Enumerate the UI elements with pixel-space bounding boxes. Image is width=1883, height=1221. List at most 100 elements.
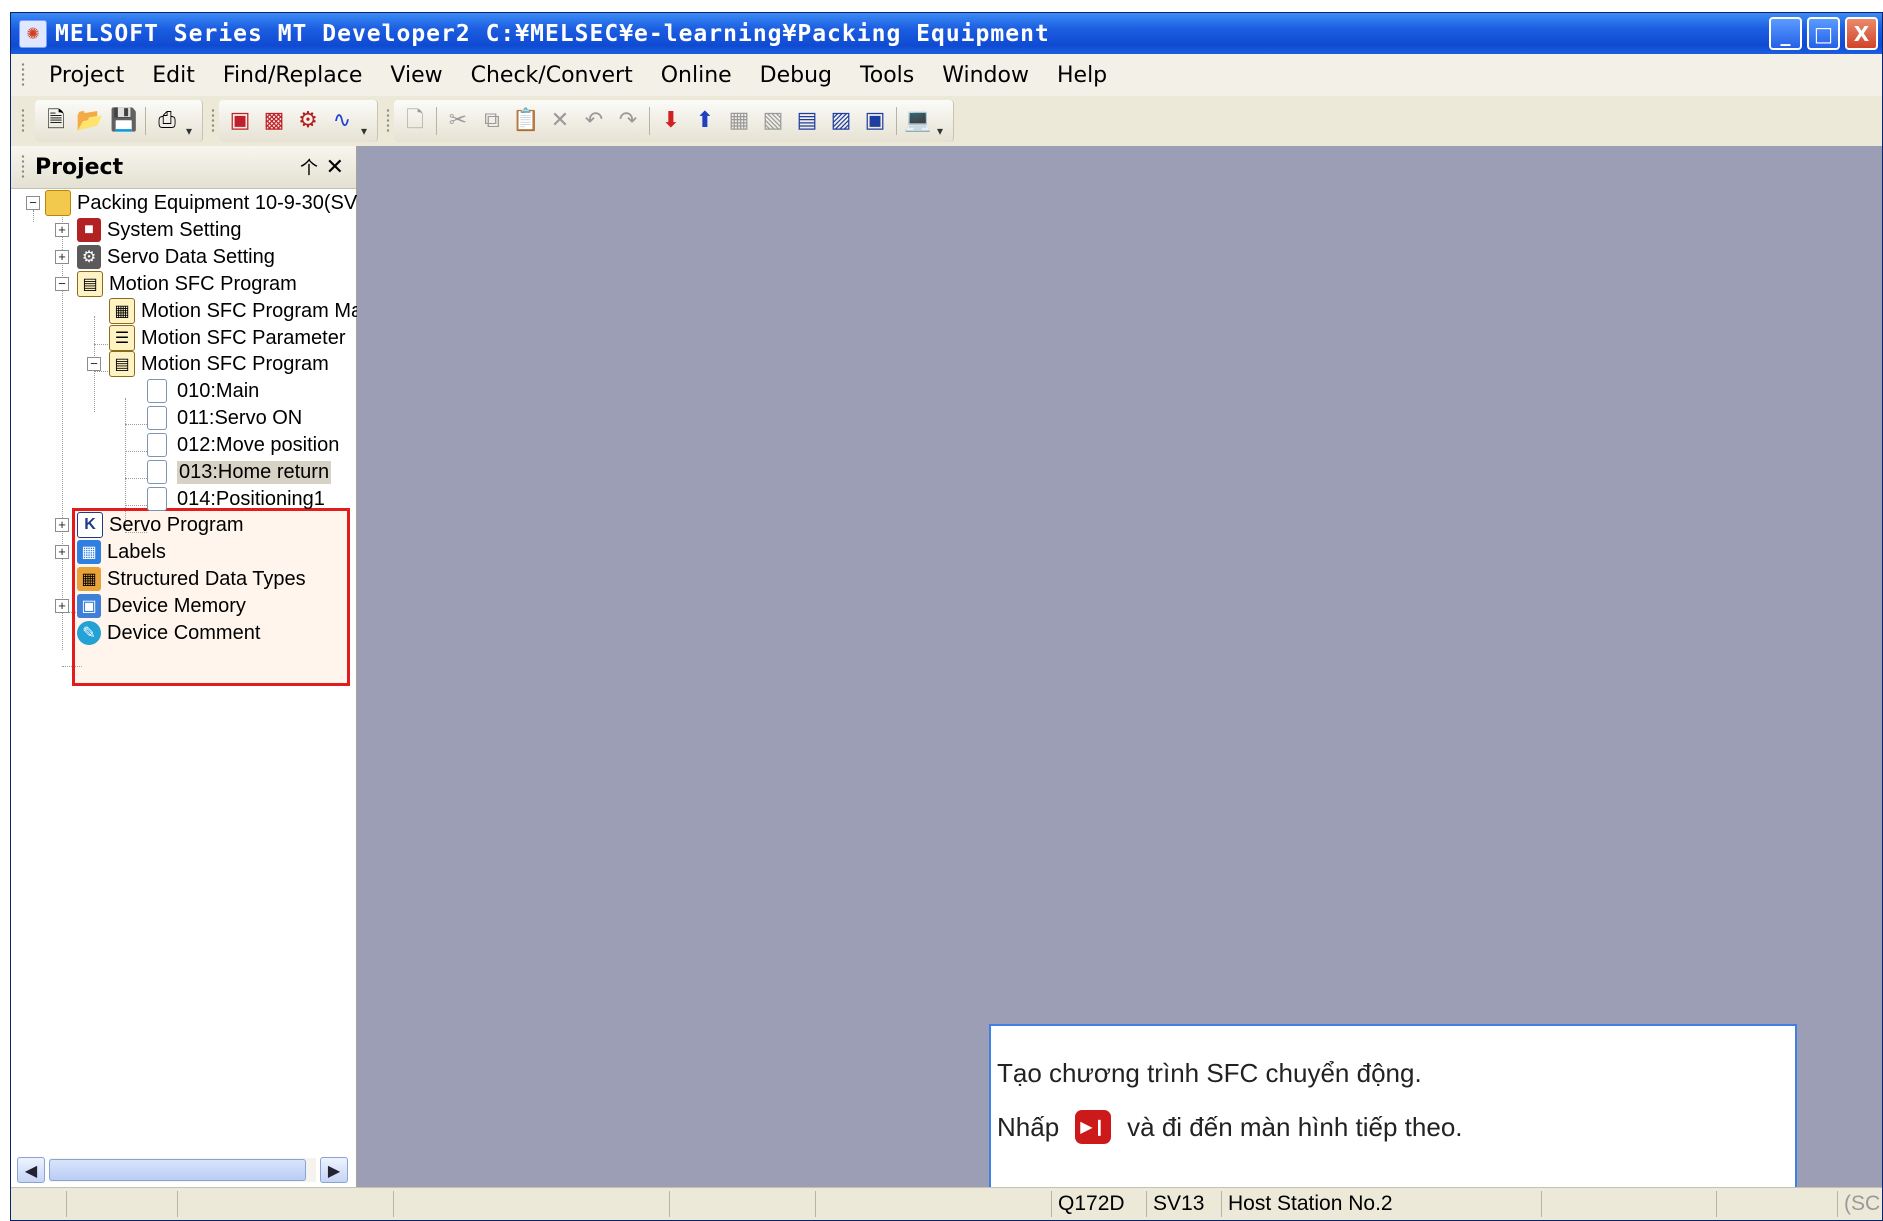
tree-node-program-010[interactable]: 010:Main: [147, 378, 259, 404]
close-button[interactable]: X: [1845, 17, 1878, 50]
tree-line: [125, 505, 147, 506]
tree-node-servo-program[interactable]: K Servo Program: [77, 512, 244, 538]
popup-line1: Tạo chương trình SFC chuyển động.: [997, 1058, 1422, 1088]
tree-node-label: 011:Servo ON: [177, 406, 303, 429]
menu-online[interactable]: Online: [647, 63, 746, 88]
expand-icon[interactable]: +: [55, 223, 69, 237]
open-icon[interactable]: 📂: [75, 106, 105, 136]
write-to-cpu-icon[interactable]: ⬇: [656, 106, 686, 136]
collapse-icon[interactable]: −: [87, 357, 101, 371]
toolbar-overflow-icon[interactable]: ▾: [361, 124, 371, 138]
menu-check-convert[interactable]: Check/Convert: [457, 63, 647, 88]
scroll-thumb[interactable]: [49, 1159, 306, 1181]
tree-node-label: Servo Program: [109, 513, 244, 536]
tree-node-label: 014:Positioning1: [177, 487, 325, 510]
tree-node-labels[interactable]: ▦ Labels: [77, 539, 166, 565]
verify-icon[interactable]: ▦: [724, 106, 754, 136]
tree-node-device-comment[interactable]: ✎ Device Comment: [77, 620, 260, 646]
pin-icon[interactable]: 个: [300, 154, 318, 180]
close-icon[interactable]: ✕: [326, 155, 344, 180]
tree-node-label: Labels: [107, 540, 166, 563]
tree-node-program-014[interactable]: 014:Positioning1: [147, 486, 325, 512]
paste-icon[interactable]: 📋: [511, 106, 541, 136]
expand-icon[interactable]: +: [55, 599, 69, 613]
tree-node-label: Servo Data Setting: [107, 245, 275, 268]
toolbar-standard: 🗎 📂 💾 ⎙ ▾: [35, 100, 203, 142]
toolbar-edit: 🗋 ✂ ⧉ 📋 ✕ ↶ ↷ ⬇ ⬆ ▦ ▧ ▤ ▨ ▣ 💻 ▾: [394, 100, 954, 142]
next-screen-button[interactable]: ▶​❙: [1075, 1110, 1112, 1144]
undo-icon[interactable]: ↶: [579, 106, 609, 136]
tree-node-sfc-program-manager[interactable]: ▦ Motion SFC Program Mana: [109, 298, 384, 324]
maximize-button[interactable]: □: [1807, 17, 1840, 50]
read-from-cpu-icon[interactable]: ⬆: [690, 106, 720, 136]
save-icon[interactable]: 💾: [109, 106, 139, 136]
print-icon[interactable]: ⎙: [152, 106, 182, 136]
status-cell: [815, 1191, 822, 1217]
device-edit-icon[interactable]: ▣: [860, 106, 890, 136]
scroll-right-icon[interactable]: ▶: [320, 1157, 348, 1183]
toolbar-overflow-icon[interactable]: ▾: [937, 124, 947, 138]
tree-line: [125, 478, 147, 479]
collapse-icon[interactable]: −: [55, 277, 69, 291]
labels-icon: ▦: [77, 540, 101, 564]
servo-icon[interactable]: ⚙: [293, 106, 323, 136]
tree-node-label: Motion SFC Program Mana: [141, 299, 385, 322]
tree-node-sfc-parameter[interactable]: ☰ Motion SFC Parameter: [109, 325, 346, 351]
project-folder-icon: [45, 190, 71, 216]
import-icon[interactable]: 🗋: [400, 106, 430, 136]
tree-node-label: System Setting: [107, 218, 242, 241]
menu-debug[interactable]: Debug: [746, 63, 846, 88]
menu-window[interactable]: Window: [928, 63, 1043, 88]
tree-node-program-012[interactable]: 012:Move position: [147, 432, 339, 458]
menu-edit[interactable]: Edit: [138, 63, 209, 88]
collapse-icon[interactable]: −: [26, 196, 40, 210]
expand-icon[interactable]: +: [55, 518, 69, 532]
connection-icon[interactable]: 💻: [903, 106, 933, 136]
tree-node-label: 012:Move position: [177, 433, 340, 456]
tree-node-label: Motion SFC Program: [109, 272, 297, 295]
device-comment-icon: ✎: [77, 621, 101, 645]
sfc-program-icon: ▤: [77, 271, 103, 297]
horizontal-scrollbar[interactable]: ◀ ▶: [17, 1157, 348, 1183]
menu-project[interactable]: Project: [35, 63, 138, 88]
program-manager-icon: ▦: [109, 298, 135, 324]
menu-tools[interactable]: Tools: [846, 63, 928, 88]
tree-node-label-selected: 013:Home return: [177, 460, 332, 484]
menu-grip: [21, 62, 25, 88]
menu-help[interactable]: Help: [1043, 63, 1121, 88]
scroll-track[interactable]: [49, 1158, 316, 1182]
tree-node-root[interactable]: Packing Equipment 10-9-30(SV13): [45, 190, 386, 216]
tree-node-structured-data-types[interactable]: ▦ Structured Data Types: [77, 566, 306, 592]
status-extra: (SC: [1837, 1191, 1880, 1217]
toolbar-monitor: ▣ ▩ ⚙ ∿ ▾: [219, 100, 378, 142]
expand-icon[interactable]: +: [55, 545, 69, 559]
delete-icon[interactable]: ✕: [545, 106, 575, 136]
tree-node-device-memory[interactable]: ▣ Device Memory: [77, 593, 246, 619]
toolbar-overflow-icon[interactable]: ▾: [186, 124, 196, 138]
redo-icon[interactable]: ↷: [613, 106, 643, 136]
tree-node-sfc-program-folder[interactable]: ▤ Motion SFC Program: [109, 351, 329, 377]
tree-node-motion-sfc-program[interactable]: ▤ Motion SFC Program: [77, 271, 297, 297]
status-station: Host Station No.2: [1221, 1191, 1393, 1217]
minimize-button[interactable]: _: [1769, 17, 1802, 50]
tree-node-program-011[interactable]: 011:Servo ON: [147, 405, 302, 431]
menu-view[interactable]: View: [376, 63, 456, 88]
status-cell: [393, 1191, 400, 1217]
write-icon[interactable]: ▩: [259, 106, 289, 136]
tree-node-system-setting[interactable]: ■ System Setting: [77, 217, 242, 243]
status-cell: [66, 1191, 73, 1217]
expand-icon[interactable]: +: [55, 250, 69, 264]
scope-icon[interactable]: ∿: [327, 106, 357, 136]
new-icon[interactable]: 🗎: [41, 106, 71, 136]
tree-node-servo-data-setting[interactable]: ⚙ Servo Data Setting: [77, 244, 275, 270]
copy-icon[interactable]: ⧉: [477, 106, 507, 136]
tree-node-program-013[interactable]: 013:Home return: [147, 459, 332, 485]
menu-find-replace[interactable]: Find/Replace: [209, 63, 377, 88]
compare-icon[interactable]: ▧: [758, 106, 788, 136]
system-setting-icon: ■: [77, 218, 101, 242]
device-test-icon[interactable]: ▤: [792, 106, 822, 136]
device-batch-icon[interactable]: ▨: [826, 106, 856, 136]
scroll-left-icon[interactable]: ◀: [17, 1157, 45, 1183]
cut-icon[interactable]: ✂: [443, 106, 473, 136]
monitor-icon[interactable]: ▣: [225, 106, 255, 136]
